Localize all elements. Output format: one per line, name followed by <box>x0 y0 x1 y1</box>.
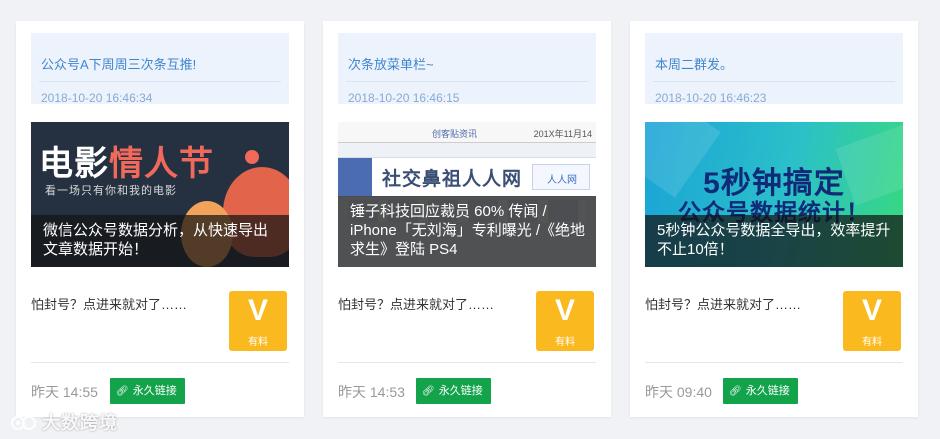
link-icon: 🔗︎ <box>116 386 129 397</box>
cover-art-headline: 电影情人节 <box>39 145 214 183</box>
article-title[interactable]: 锤子科技回应裁员 60% 传闻 / iPhone「无刘海」专利曝光 /《绝地求生… <box>338 196 596 267</box>
cover-art-headline: 社交鼻祖人人网 <box>382 169 523 190</box>
permanent-link-button[interactable]: 🔗︎ 永久链接 <box>110 378 185 404</box>
article-title[interactable]: 5秒钟公众号数据全导出，效率提升不止10倍！ <box>645 215 903 267</box>
note-divider <box>39 81 281 82</box>
note-box: 本周二群发。 2018-10-20 16:46:23 <box>645 33 903 105</box>
article-excerpt: 怕封号？点进来就对了…… <box>338 297 495 312</box>
publish-time: 昨天 09:40 <box>645 384 712 400</box>
link-icon: 🔗︎ <box>422 386 435 397</box>
divider <box>31 362 289 363</box>
article-card: 公众号A下周周三次条互推! 2018-10-20 16:46:34 电影情人节 … <box>16 21 304 417</box>
divider <box>338 362 596 363</box>
cover-art-subline: 看一场只有你和我的电影 <box>45 185 177 197</box>
article-card: 次条放菜单栏~ 2018-10-20 16:46:15 创客贴资讯 201X年1… <box>323 21 611 417</box>
article-cover[interactable]: 电影情人节 看一场只有你和我的电影 微信公众号数据分析，从快速导出文章数据开始！ <box>31 122 289 267</box>
note-divider <box>653 81 895 82</box>
article-excerpt: 怕封号？点进来就对了…… <box>31 297 188 312</box>
watermark: 大数跨境 <box>10 409 118 435</box>
cover-art-date: 201X年11月14 <box>533 129 592 139</box>
permanent-link-button[interactable]: 🔗︎ 永久链接 <box>723 378 798 404</box>
note-box: 次条放菜单栏~ 2018-10-20 16:46:15 <box>338 33 596 105</box>
v-badge-icon: V 有料 <box>229 291 287 351</box>
note-text: 本周二群发。 <box>655 57 734 72</box>
article-excerpt: 怕封号？点进来就对了…… <box>645 297 802 312</box>
note-box: 公众号A下周周三次条互推! 2018-10-20 16:46:34 <box>31 33 289 105</box>
note-divider <box>346 81 588 82</box>
article-title[interactable]: 微信公众号数据分析，从快速导出文章数据开始！ <box>31 215 289 267</box>
cover-art-logo: 人人网 <box>547 175 577 186</box>
note-timestamp: 2018-10-20 16:46:34 <box>41 91 153 105</box>
divider <box>645 362 903 363</box>
link-icon: 🔗︎ <box>729 386 742 397</box>
article-cover[interactable]: 创客贴资讯 201X年11月14 社交鼻祖人人网 人人网 锤子科技回应裁员 60… <box>338 122 596 267</box>
article-card: 本周二群发。 2018-10-20 16:46:23 5秒钟搞定 公众号数据统计… <box>630 21 918 417</box>
v-badge-icon: V 有料 <box>536 291 594 351</box>
note-text: 公众号A下周周三次条互推! <box>41 57 197 72</box>
note-text: 次条放菜单栏~ <box>348 57 434 72</box>
watermark-text: 大数跨境 <box>42 413 118 433</box>
publish-time: 昨天 14:55 <box>31 384 98 400</box>
permanent-link-button[interactable]: 🔗︎ 永久链接 <box>416 378 491 404</box>
note-timestamp: 2018-10-20 16:46:23 <box>655 91 767 105</box>
publish-time: 昨天 14:53 <box>338 384 405 400</box>
v-badge-icon: V 有料 <box>843 291 901 351</box>
cover-art-source: 创客贴资讯 <box>432 129 478 139</box>
watermark-logo-icon <box>11 416 36 430</box>
note-timestamp: 2018-10-20 16:46:15 <box>348 91 460 105</box>
article-cover[interactable]: 5秒钟搞定 公众号数据统计！ 5秒钟公众号数据全导出，效率提升不止10倍！ <box>645 122 903 267</box>
